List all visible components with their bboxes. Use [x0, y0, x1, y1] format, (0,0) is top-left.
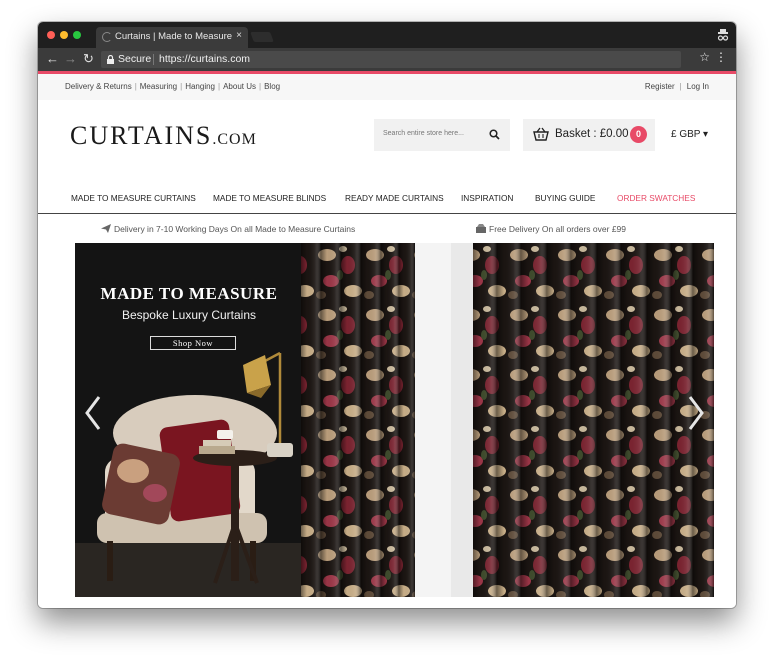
promo-delivery-text: Delivery in 7-10 Working Days On all Mad…: [114, 224, 356, 234]
address-bar[interactable]: Secure https://curtains.com: [101, 51, 681, 68]
paper-plane-icon: [101, 224, 111, 233]
login-link[interactable]: Log In: [687, 82, 709, 91]
hero-subtitle: Bespoke Luxury Curtains: [121, 308, 257, 322]
separator: |: [134, 82, 137, 91]
promo-free-delivery: Free Delivery On all orders over £99: [476, 224, 626, 234]
basket-icon: [533, 127, 549, 141]
nav-ready-made-curtains[interactable]: READY MADE CURTAINS: [345, 193, 444, 203]
link-hanging[interactable]: Hanging: [185, 82, 215, 91]
nav-made-to-measure-blinds[interactable]: MADE TO MEASURE BLINDS: [213, 193, 326, 203]
site-logo[interactable]: CURTAINS.COM: [70, 121, 257, 151]
maximize-window-button[interactable]: [73, 31, 81, 39]
link-measuring[interactable]: Measuring: [140, 82, 177, 91]
basket-button[interactable]: Basket : £0.00 0: [523, 119, 655, 151]
url-text[interactable]: https://curtains.com: [159, 53, 250, 65]
search-box[interactable]: Search entire store here...: [374, 119, 510, 151]
promo-delivery-time: Delivery in 7-10 Working Days On all Mad…: [101, 224, 355, 234]
new-tab-button[interactable]: [250, 32, 274, 42]
hero-slider: MADE TO MEASURE Bespoke Luxury Curtains …: [75, 243, 714, 597]
previous-slide-icon[interactable]: [81, 393, 105, 433]
basket-count-badge: 0: [630, 126, 647, 143]
browser-window: Curtains | Made to Measure C × ← → ↻ Sec…: [38, 22, 736, 608]
logo-main: CURTAINS: [70, 121, 213, 150]
link-blog[interactable]: Blog: [264, 82, 280, 91]
basket-total: Basket : £0.00: [555, 128, 629, 140]
tab-close-icon[interactable]: ×: [236, 30, 242, 41]
nav-buying-guide[interactable]: BUYING GUIDE: [535, 193, 595, 203]
shop-now-button[interactable]: Shop Now: [150, 336, 236, 350]
bookmark-star-icon[interactable]: ☆: [699, 50, 710, 64]
browser-tab[interactable]: Curtains | Made to Measure C ×: [96, 27, 248, 48]
link-delivery-returns[interactable]: Delivery & Returns: [65, 82, 132, 91]
currency-selector[interactable]: £ GBP ▾: [671, 129, 708, 140]
forward-icon[interactable]: →: [64, 51, 77, 66]
hero-title: MADE TO MEASURE: [100, 284, 278, 303]
minimize-window-button[interactable]: [60, 31, 68, 39]
web-page: Delivery & Returns | Measuring | Hanging | Abo…: [38, 74, 736, 608]
browser-toolbar: ← → ↻ Secure https://curtains.com ☆ ⋮: [38, 48, 736, 71]
utility-links: Delivery & Returns | Measuring | Hanging | Abo…: [65, 82, 280, 91]
browser-menu-icon[interactable]: ⋮: [715, 50, 727, 64]
register-link[interactable]: Register: [645, 82, 675, 91]
reload-icon[interactable]: ↻: [83, 51, 94, 67]
nav-order-swatches[interactable]: ORDER SWATCHES: [617, 193, 695, 203]
loading-icon: [102, 32, 112, 42]
incognito-icon: [717, 29, 729, 41]
delivery-box-icon: [476, 224, 486, 233]
link-about-us[interactable]: About Us: [223, 82, 256, 91]
search-input[interactable]: Search entire store here...: [383, 130, 464, 137]
separator: |: [259, 82, 262, 91]
main-navigation: MADE TO MEASURE CURTAINS MADE TO MEASURE…: [38, 184, 736, 214]
nav-inspiration[interactable]: INSPIRATION: [461, 193, 513, 203]
separator: |: [218, 82, 221, 91]
tab-bar: Curtains | Made to Measure C ×: [38, 22, 736, 48]
back-icon[interactable]: ←: [46, 51, 59, 66]
close-window-button[interactable]: [47, 31, 55, 39]
separator: |: [180, 82, 183, 91]
next-slide-icon[interactable]: [684, 393, 708, 433]
tab-title: Curtains | Made to Measure C: [115, 31, 235, 42]
account-links: Register | Log In: [645, 82, 709, 91]
search-icon[interactable]: [489, 129, 500, 140]
separator: |: [679, 82, 682, 91]
nav-made-to-measure-curtains[interactable]: MADE TO MEASURE CURTAINS: [71, 193, 196, 203]
utility-bar: Delivery & Returns | Measuring | Hanging | Abo…: [38, 74, 736, 100]
secure-label: Secure: [118, 53, 152, 65]
logo-suffix: .COM: [212, 131, 257, 148]
address-divider: [153, 54, 154, 65]
promo-free-delivery-text: Free Delivery On all orders over £99: [489, 224, 627, 234]
lock-icon: [107, 55, 114, 64]
